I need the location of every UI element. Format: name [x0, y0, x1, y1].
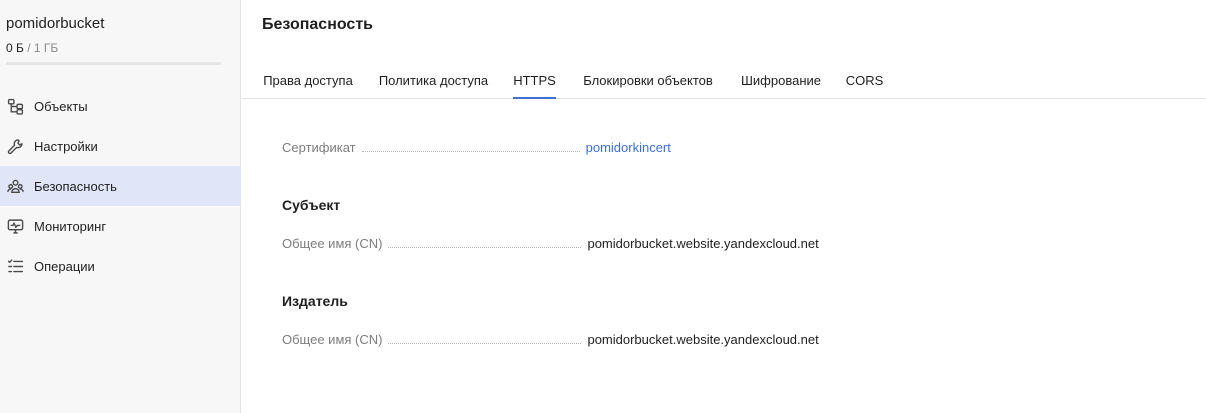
usage-bar — [6, 62, 221, 65]
subject-cn-value: pomidorbucket.website.yandexcloud.net — [587, 235, 819, 251]
certificate-label: Сертификат — [282, 139, 356, 155]
usage-used: 0 Б — [6, 41, 24, 55]
certificate-row: Сертификат pomidorkincert — [282, 139, 842, 155]
sidebar-item-objects[interactable]: Объекты — [0, 86, 241, 126]
users-icon — [6, 177, 24, 195]
issuer-title: Издатель — [282, 293, 348, 309]
sidebar-item-label: Операции — [34, 258, 95, 274]
sidebar-item-label: Мониторинг — [34, 218, 107, 234]
list-icon — [6, 257, 24, 275]
tab-encryption[interactable]: Шифрование — [740, 62, 822, 98]
tab-https[interactable]: HTTPS — [513, 62, 556, 99]
sidebar-item-label: Объекты — [34, 98, 88, 114]
dotted-leader — [361, 150, 580, 152]
certificate-link[interactable]: pomidorkincert — [586, 140, 671, 155]
wrench-icon — [6, 137, 24, 155]
sidebar-item-settings[interactable]: Настройки — [0, 126, 241, 166]
main-content: Безопасность Права доступа Политика дост… — [242, 0, 1206, 413]
issuer-cn-value: pomidorbucket.website.yandexcloud.net — [587, 331, 819, 347]
sidebar: pomidorbucket 0 Б / 1 ГБ Объекты Настрой… — [0, 0, 241, 413]
sidebar-item-label: Безопасность — [34, 178, 117, 194]
subject-cn-row: Общее имя (CN) pomidorbucket.website.yan… — [282, 235, 842, 251]
page-title: Безопасность — [262, 16, 373, 33]
subject-title: Субъект — [282, 197, 341, 213]
issuer-cn-row: Общее имя (CN) pomidorbucket.website.yan… — [282, 331, 842, 347]
subject-cn-label: Общее имя (CN) — [282, 235, 383, 251]
tabs: Права доступа Политика доступа HTTPS Бло… — [242, 62, 1206, 99]
tab-object-lock[interactable]: Блокировки объектов — [581, 62, 715, 98]
sidebar-item-monitoring[interactable]: Мониторинг — [0, 206, 241, 246]
tab-cors[interactable]: CORS — [846, 62, 884, 98]
usage-separator: / — [27, 41, 31, 55]
tab-access-policy[interactable]: Политика доступа — [378, 62, 489, 98]
objects-icon — [6, 97, 24, 115]
dotted-leader — [388, 246, 582, 248]
sidebar-item-operations[interactable]: Операции — [0, 246, 241, 286]
sidebar-nav: Объекты Настройки Безопасность Мониторин… — [0, 86, 241, 286]
dotted-leader — [388, 342, 582, 344]
monitor-icon — [6, 217, 24, 235]
tab-access-rights[interactable]: Права доступа — [263, 62, 353, 98]
bucket-usage: 0 Б / 1 ГБ — [6, 41, 58, 55]
bucket-name: pomidorbucket — [6, 15, 105, 32]
sidebar-item-security[interactable]: Безопасность — [0, 166, 241, 206]
usage-total: 1 ГБ — [33, 41, 59, 55]
issuer-cn-label: Общее имя (CN) — [282, 331, 383, 347]
sidebar-item-label: Настройки — [34, 138, 98, 154]
